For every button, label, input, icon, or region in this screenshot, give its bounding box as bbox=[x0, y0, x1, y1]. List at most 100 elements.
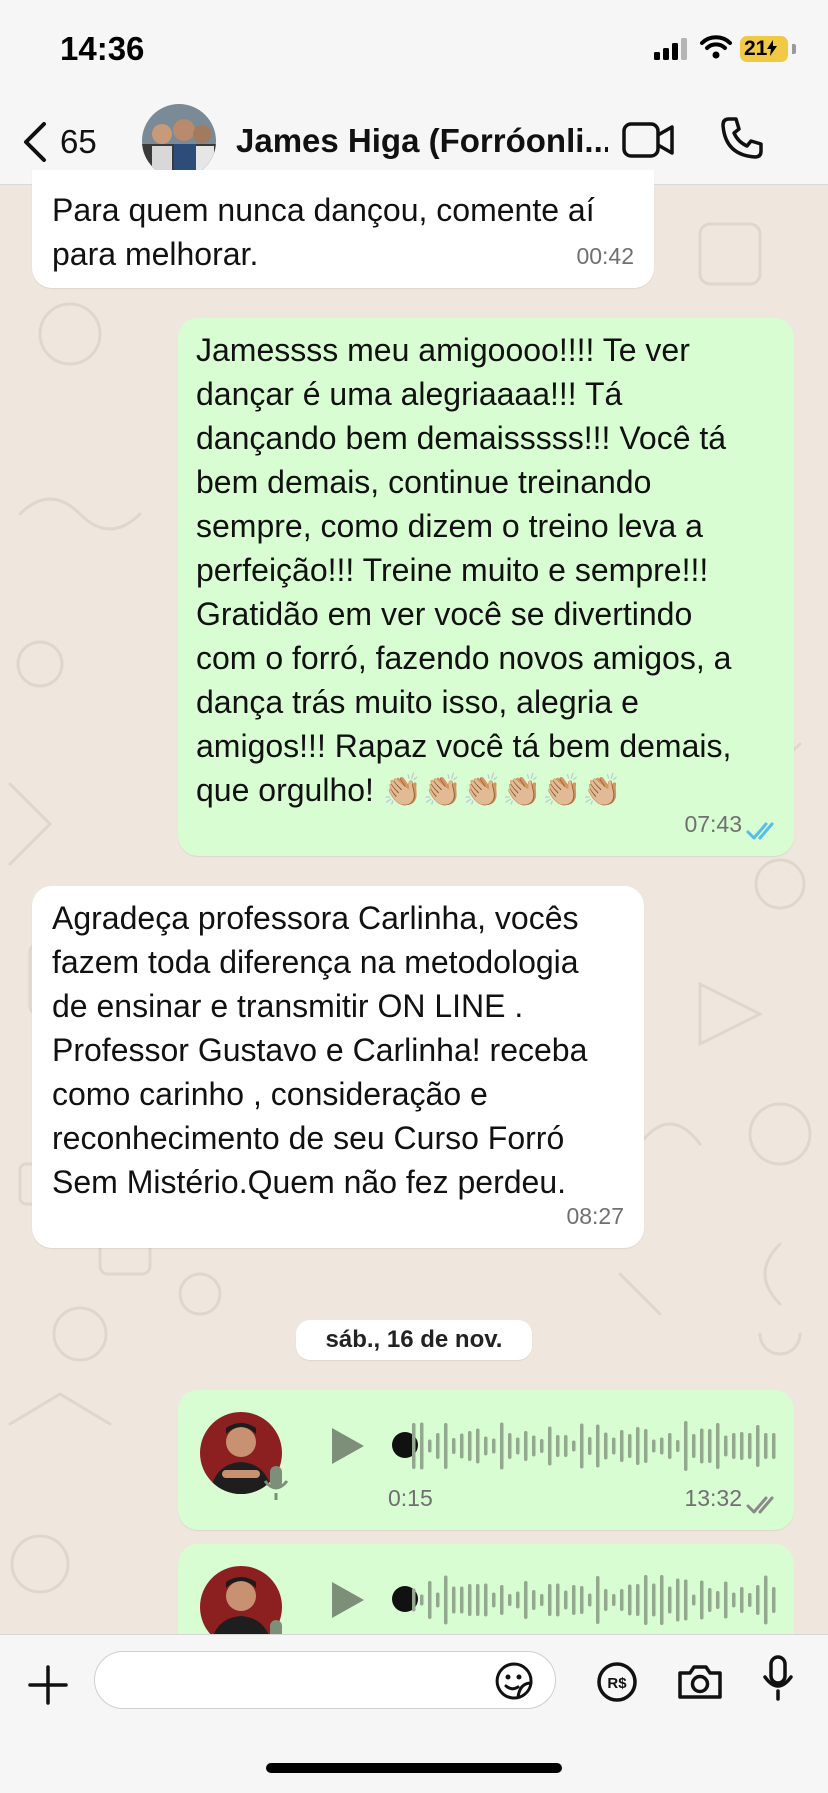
waveform-bar bbox=[524, 1431, 528, 1461]
status-time: 14:36 bbox=[60, 30, 145, 67]
battery-cap bbox=[792, 44, 796, 54]
waveform-bar bbox=[492, 1438, 496, 1454]
message-text: Para quem nunca dançou, comente aí para … bbox=[52, 192, 595, 272]
voice-duration: 0:15 bbox=[388, 1485, 433, 1511]
message-text: Jamessss meu amigoooo!!!! Te ver dançar … bbox=[196, 332, 732, 808]
waveform-bar bbox=[532, 1435, 536, 1457]
waveform-bar bbox=[716, 1423, 720, 1469]
waveform-bar bbox=[692, 1594, 696, 1606]
status-bar: 14:36 21 bbox=[0, 0, 828, 100]
waveform-bar bbox=[684, 1421, 688, 1471]
waveform-bar bbox=[516, 1437, 520, 1455]
contact-avatar[interactable] bbox=[142, 104, 216, 178]
contact-name[interactable]: James Higa (Forróonli... bbox=[236, 122, 608, 160]
waveform-bar bbox=[580, 1586, 584, 1614]
waveform-bar bbox=[676, 1578, 680, 1622]
waveform-bar bbox=[572, 1440, 576, 1452]
waveform-bar bbox=[732, 1433, 736, 1459]
waveform-bar bbox=[460, 1586, 464, 1614]
waveform-bar bbox=[468, 1584, 472, 1616]
incoming-message-bubble[interactable]: Para quem nunca dançou, comente aí para … bbox=[32, 170, 654, 288]
waveform-bar bbox=[500, 1422, 504, 1470]
waveform-bar bbox=[604, 1432, 608, 1460]
waveform-bar bbox=[500, 1585, 504, 1615]
waveform-bar bbox=[724, 1581, 728, 1619]
camera-icon[interactable] bbox=[676, 1663, 724, 1701]
waveform-bar bbox=[668, 1433, 672, 1459]
microphone-icon[interactable] bbox=[762, 1655, 794, 1703]
play-icon[interactable] bbox=[330, 1580, 366, 1620]
waveform-bar bbox=[748, 1433, 752, 1459]
unread-count: 65 bbox=[60, 123, 97, 160]
message-input[interactable] bbox=[94, 1651, 556, 1709]
battery-level: 21 bbox=[744, 37, 768, 60]
svg-text:R$: R$ bbox=[607, 1675, 627, 1692]
waveform-bar bbox=[628, 1584, 632, 1616]
waveform-bar bbox=[564, 1590, 568, 1610]
phone-icon[interactable] bbox=[720, 116, 764, 160]
waveform-bar bbox=[620, 1589, 624, 1611]
waveform-bar bbox=[420, 1594, 424, 1606]
message-text: Agradeça professora Carlinha, vocês faze… bbox=[52, 900, 588, 1200]
incoming-message-bubble[interactable]: Agradeça professora Carlinha, vocês faze… bbox=[32, 886, 644, 1248]
waveform-bar bbox=[644, 1575, 648, 1625]
waveform-bar bbox=[748, 1593, 752, 1607]
waveform-bar bbox=[564, 1435, 568, 1457]
waveform-bar bbox=[628, 1434, 632, 1458]
waveform-bar bbox=[652, 1439, 656, 1453]
battery-indicator: 21 bbox=[740, 36, 788, 62]
waveform-bar bbox=[468, 1431, 472, 1461]
waveform-bar bbox=[556, 1583, 560, 1617]
message-time: 08:27 bbox=[566, 1203, 624, 1229]
waveform-bar bbox=[420, 1422, 424, 1470]
waveform-bar bbox=[772, 1433, 776, 1459]
back-button[interactable]: 65 bbox=[22, 120, 97, 164]
waveform-bar bbox=[724, 1435, 728, 1457]
sticker-icon[interactable] bbox=[494, 1661, 534, 1701]
waveform-bar bbox=[644, 1429, 648, 1463]
message-composer: R$ bbox=[0, 1634, 828, 1793]
waveform-bar bbox=[540, 1439, 544, 1453]
voice-message-bubble[interactable]: 0:15 13:32 bbox=[178, 1390, 794, 1530]
delivered-receipt-icon bbox=[746, 1496, 774, 1514]
waveform-bar bbox=[580, 1423, 584, 1469]
back-chevron-icon bbox=[24, 122, 46, 162]
waveform-bar bbox=[548, 1584, 552, 1616]
home-indicator bbox=[266, 1763, 562, 1773]
waveform-bar bbox=[596, 1424, 600, 1468]
audio-waveform[interactable] bbox=[406, 1574, 786, 1626]
payment-icon[interactable]: R$ bbox=[596, 1661, 638, 1703]
waveform-bar bbox=[508, 1594, 512, 1606]
outgoing-message-bubble[interactable]: Jamessss meu amigoooo!!!! Te ver dançar … bbox=[178, 318, 794, 856]
waveform-bar bbox=[676, 1440, 680, 1452]
waveform-bar bbox=[484, 1436, 488, 1456]
waveform-bar bbox=[532, 1590, 536, 1610]
video-call-icon[interactable] bbox=[622, 120, 674, 160]
message-time: 13:32 bbox=[684, 1485, 742, 1511]
waveform-bar bbox=[412, 1588, 416, 1612]
play-icon[interactable] bbox=[330, 1426, 366, 1466]
waveform-bar bbox=[588, 1593, 592, 1607]
waveform-bar bbox=[452, 1586, 456, 1614]
waveform-bar bbox=[700, 1580, 704, 1620]
waveform-bar bbox=[668, 1586, 672, 1614]
audio-waveform[interactable] bbox=[406, 1420, 786, 1472]
waveform-bar bbox=[452, 1438, 456, 1454]
waveform-bar bbox=[484, 1583, 488, 1617]
waveform-bar bbox=[604, 1589, 608, 1611]
waveform-bar bbox=[756, 1585, 760, 1615]
waveform-bar bbox=[516, 1591, 520, 1609]
waveform-bar bbox=[556, 1435, 560, 1457]
waveform-bar bbox=[428, 1581, 432, 1619]
waveform-bar bbox=[660, 1437, 664, 1455]
charging-bolt-icon bbox=[767, 40, 778, 56]
plus-icon[interactable] bbox=[26, 1663, 70, 1707]
waveform-bar bbox=[708, 1429, 712, 1463]
waveform-bar bbox=[508, 1433, 512, 1459]
waveform-bar bbox=[412, 1423, 416, 1469]
waveform-bar bbox=[476, 1584, 480, 1616]
waveform-bar bbox=[612, 1594, 616, 1606]
waveform-bar bbox=[716, 1591, 720, 1609]
waveform-bar bbox=[476, 1428, 480, 1464]
waveform-bar bbox=[764, 1433, 768, 1459]
